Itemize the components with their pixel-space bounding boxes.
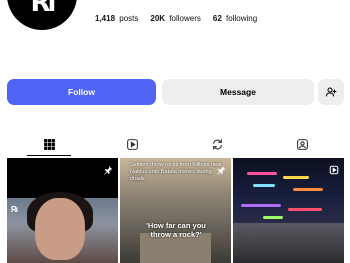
follow-button[interactable]: Follow — [7, 79, 156, 105]
stat-posts-value: 1,418 — [95, 14, 116, 23]
decor-light — [283, 176, 309, 179]
decor-light — [241, 204, 281, 207]
post-overlay-text: 'How far can you throw a rock?' — [146, 221, 206, 240]
post-thumbnail[interactable]: Settlers throw rocks from hilltops near … — [120, 158, 231, 263]
tab-reels[interactable] — [110, 134, 154, 156]
add-user-icon — [325, 86, 337, 98]
grid-icon — [43, 138, 56, 151]
post-logo: Rı — [11, 205, 18, 214]
pin-icon — [103, 162, 113, 180]
tab-reposts[interactable] — [195, 134, 239, 156]
reposts-icon — [211, 138, 224, 151]
profile-avatar[interactable]: Rı — [7, 0, 77, 30]
post-image-face — [35, 198, 85, 260]
post-caption: Settlers throw rocks from hilltops near … — [130, 162, 223, 183]
profile-stats: 1,418 posts 20K followers 62 following — [95, 14, 257, 23]
stat-followers-value: 20K — [150, 14, 166, 23]
stat-following-value: 62 — [212, 14, 222, 23]
post-thumbnail[interactable]: Rı — [7, 158, 118, 263]
profile-tabs — [7, 134, 344, 156]
stat-followers-label: followers — [169, 14, 201, 23]
decor-light — [293, 188, 323, 191]
stat-posts[interactable]: 1,418 posts — [95, 14, 138, 23]
profile-action-buttons: Follow Message — [7, 79, 344, 105]
stat-followers[interactable]: 20K followers — [150, 14, 201, 23]
reel-icon — [329, 162, 339, 180]
decor-light — [247, 172, 277, 175]
message-button[interactable]: Message — [162, 79, 314, 105]
avatar-logo: Rı — [30, 0, 57, 18]
decor-light — [288, 208, 322, 211]
tagged-icon — [296, 138, 309, 151]
stat-following[interactable]: 62 following — [213, 14, 257, 23]
tab-posts-grid[interactable] — [27, 134, 71, 156]
stat-following-label: following — [226, 14, 258, 23]
posts-grid: Rı Settlers throw rocks from hilltops ne… — [7, 158, 344, 263]
reels-icon — [126, 138, 139, 151]
decor-light — [253, 184, 275, 187]
pin-icon — [216, 162, 226, 180]
suggested-users-button[interactable] — [318, 79, 344, 105]
post-image-crowd — [233, 223, 344, 263]
post-thumbnail[interactable] — [233, 158, 344, 263]
stat-posts-label: posts — [119, 14, 139, 23]
decor-light — [263, 216, 283, 219]
tab-tagged[interactable] — [280, 134, 324, 156]
